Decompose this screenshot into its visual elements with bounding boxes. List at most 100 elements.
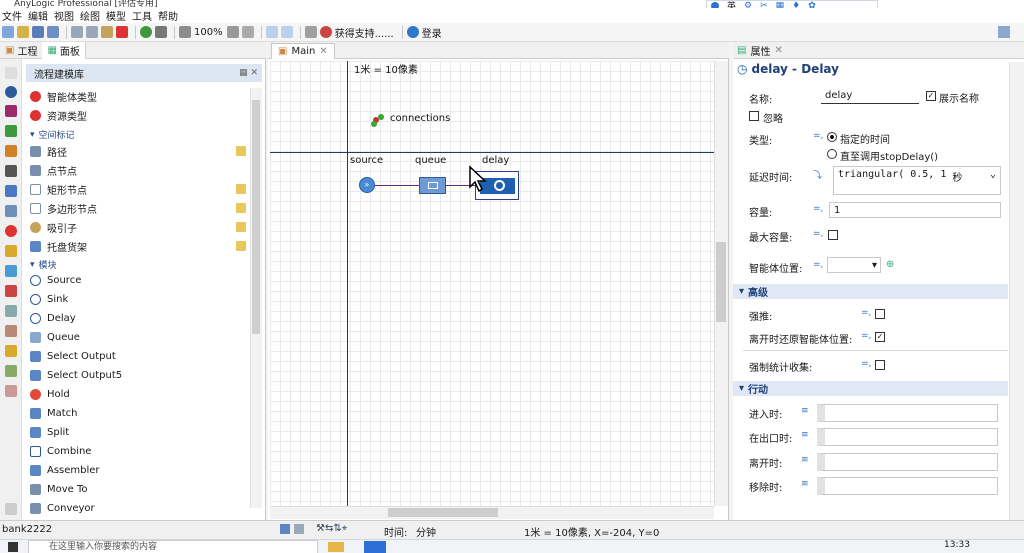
list-item[interactable]: 路径 [30,142,248,160]
list-item[interactable]: Delay [30,309,248,327]
menu-edit[interactable]: 编辑 [28,8,48,23]
zoom-icon[interactable] [179,26,191,38]
road-library-icon[interactable] [5,165,17,177]
canvas-hscroll-thumb[interactable] [388,508,498,517]
pedestrian-library-icon[interactable] [5,125,17,137]
static-value-icon[interactable]: =, [861,359,871,369]
section-actions[interactable]: ▾ 行动 [733,381,1008,396]
edit-icon[interactable] [236,146,246,156]
source-block[interactable]: » [359,177,375,193]
tab-main[interactable]: ▣ Main ✕ [271,43,335,59]
menu-help[interactable]: 帮助 [158,8,178,23]
favorites-icon[interactable] [5,67,17,79]
pictures-icon[interactable] [5,325,17,337]
paste-icon[interactable] [101,26,113,38]
properties-scrollbar[interactable] [1009,62,1024,520]
run-icon[interactable] [140,26,152,38]
process-library-icon[interactable] [5,86,17,98]
fluid-library-icon[interactable] [5,185,17,197]
save-all-icon[interactable] [47,26,59,38]
view-mode-icon[interactable]: ▦ ✕ [239,68,258,78]
edit-icon[interactable] [236,241,246,251]
controls-icon[interactable] [5,265,17,277]
static-value-icon[interactable]: =, [861,331,871,341]
edit-icon[interactable] [236,203,246,213]
save-icon[interactable] [32,26,44,38]
anylogic-taskbar-icon[interactable] [364,541,386,553]
list-item[interactable]: Assembler [30,461,248,479]
copy-icon[interactable] [86,26,98,38]
delay-time-field[interactable]: triangular( 0.5, 1 秒 ⌄ [833,166,1001,195]
menu-draw[interactable]: 绘图 [80,8,100,23]
get-support-link[interactable]: 获得支持...... [335,25,394,40]
connectivity-icon[interactable] [5,305,17,317]
on-exit-field[interactable] [817,453,998,471]
list-item[interactable]: Match [30,404,248,422]
start-icon[interactable] [8,542,18,552]
locate-icon[interactable]: ⊕ [886,259,894,270]
list-item[interactable]: Combine [30,442,248,460]
palette-scrollbar-thumb[interactable] [252,100,260,334]
menu-tools[interactable]: 工具 [132,8,152,23]
new-icon[interactable] [2,26,14,38]
agent-location-select[interactable]: ▾ [827,257,881,273]
max-capacity-checkbox[interactable] [828,230,838,240]
static-value-icon[interactable]: =, [813,131,823,141]
list-item[interactable]: 多边形节点 [30,199,248,217]
show-name-checkbox[interactable]: ✓ [926,91,936,101]
build-icon[interactable] [155,26,167,38]
3d-objects-icon[interactable] [5,345,17,357]
login-button[interactable]: 登录 [422,25,442,40]
capacity-field[interactable]: 1 [829,202,1001,218]
snap-icon[interactable] [280,26,293,38]
cut-icon[interactable] [71,26,83,38]
close-icon[interactable]: ✕ [774,45,782,56]
analysis-icon[interactable] [5,285,17,297]
rail-library-icon[interactable] [5,145,17,157]
name-field[interactable]: delay [821,88,919,104]
force-push-checkbox[interactable] [875,309,885,319]
material-library-icon[interactable] [5,205,17,217]
type-radio-specified[interactable] [827,132,837,142]
queue-block[interactable] [419,177,446,194]
list-item[interactable]: Select Output [30,347,248,365]
list-item[interactable]: 吸引子 [30,218,248,236]
explorer-icon[interactable] [328,542,344,552]
edit-icon[interactable] [236,184,246,194]
pan-icon[interactable] [241,26,254,38]
menu-file[interactable]: 文件 [2,8,22,23]
section-space-markup[interactable]: ▾ 空间标记 [30,128,75,142]
tab-project[interactable]: ▣ 工程 [0,43,42,58]
static-value-icon[interactable]: =, [813,204,823,214]
list-item[interactable]: 资源类型 [30,106,248,124]
zoom-dropdown-icon[interactable] [226,26,239,38]
presentation-icon[interactable] [5,245,17,257]
system-dynamics-icon[interactable] [5,365,17,377]
force-stats-checkbox[interactable] [875,360,885,370]
list-item[interactable]: Hold [30,385,248,403]
list-item[interactable]: Select Output5 [30,366,248,384]
static-value-icon[interactable]: =, [813,229,823,239]
status-tools-icon[interactable]: ⚒⇆⇅⌖ [316,523,347,534]
list-item[interactable]: 智能体类型 [30,87,248,105]
agent-library-icon[interactable] [5,225,17,237]
add-library-icon[interactable] [5,503,17,515]
chevron-down-icon[interactable]: ⌄ [990,169,996,180]
statechart-icon[interactable] [5,385,17,397]
dynamic-value-icon[interactable]: ⤵ [813,168,822,181]
menu-view[interactable]: 视图 [54,8,74,23]
edit-icon[interactable] [236,222,246,232]
on-remove-field[interactable] [817,477,998,495]
type-radio-stopdelay[interactable] [827,149,837,159]
list-item[interactable]: 矩形节点 [30,180,248,198]
delay-unit[interactable]: 秒 [952,169,962,184]
section-blocks[interactable]: ▾ 模块 [30,258,57,272]
tab-palette[interactable]: ▦ 面板 [42,41,86,59]
tab-properties[interactable]: 属性 [750,43,770,58]
restore-location-checkbox[interactable]: ✓ [875,332,885,342]
list-item[interactable]: Conveyor [30,499,248,517]
support-icon[interactable] [319,26,332,38]
status-icon-2[interactable] [294,524,304,534]
list-item[interactable]: 点节点 [30,161,248,179]
canvas-vscroll-thumb[interactable] [716,242,726,322]
